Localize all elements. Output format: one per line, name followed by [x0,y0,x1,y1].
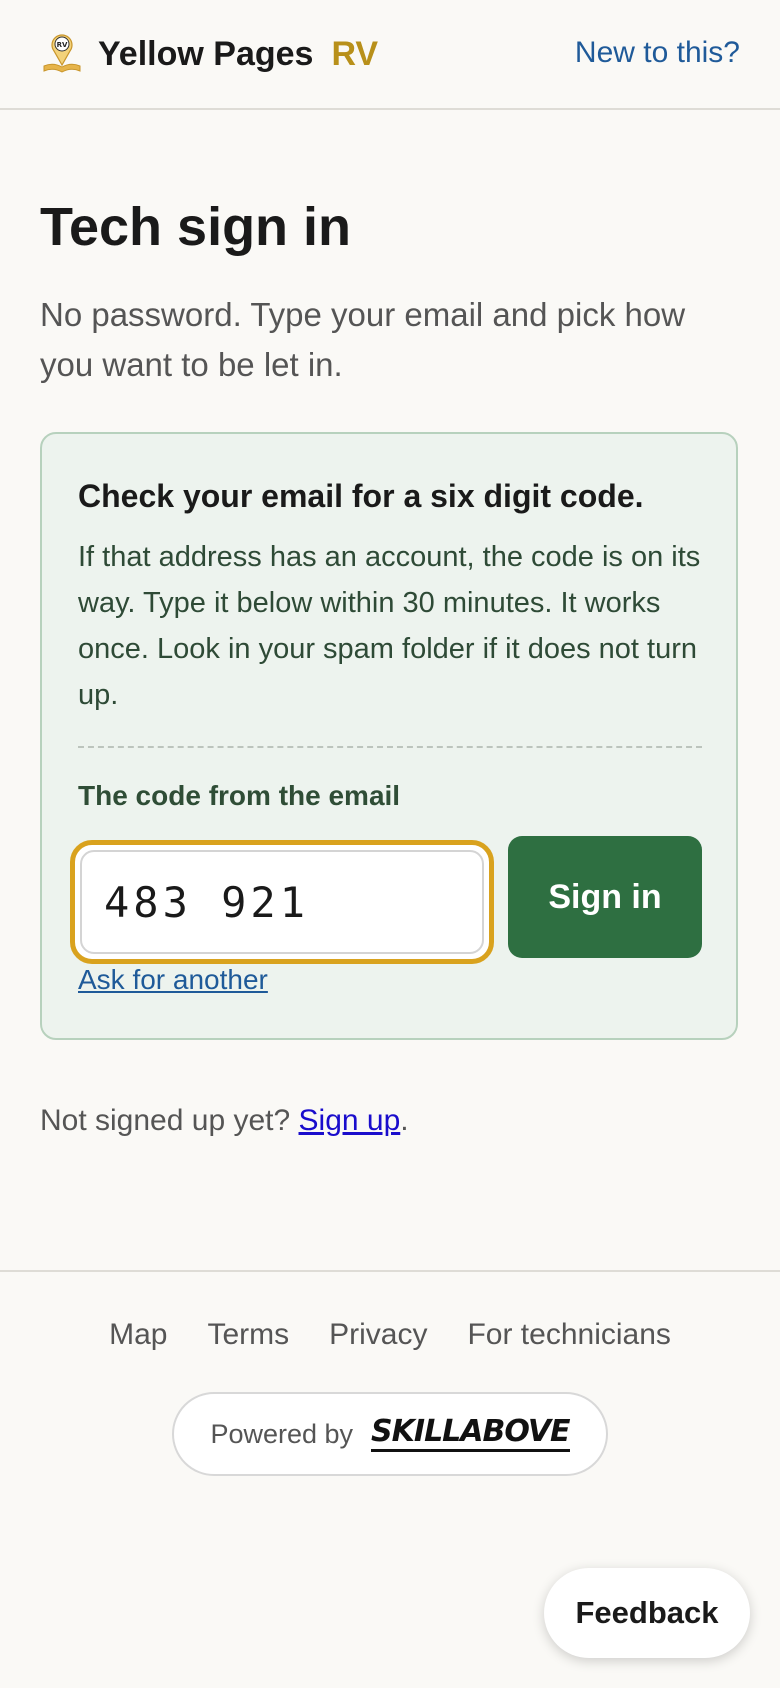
code-input-focus-ring [70,840,494,964]
page-title: Tech sign in [40,197,352,257]
code-sent-card: Check your email for a six digit code. I… [40,432,738,1040]
powered-by-badge[interactable]: Powered by SKILLABOVE [172,1392,608,1476]
footer-nav: Map Terms Privacy For technicians [0,1318,780,1352]
card-divider [78,746,702,748]
site-header: RV Yellow Pages RV New to this? [0,0,780,110]
signup-prompt: Not signed up yet? Sign up. [40,1104,409,1138]
signup-suffix: . [400,1104,409,1137]
powered-by-text: Powered by [210,1418,354,1449]
new-to-this-link[interactable]: New to this? [575,36,740,70]
footer-link-terms[interactable]: Terms [207,1318,289,1352]
card-body-text: If that address has an account, the code… [78,541,701,711]
footer-link-map[interactable]: Map [109,1318,167,1352]
code-field-label: The code from the email [78,780,401,811]
sign-up-link[interactable]: Sign up [299,1104,401,1137]
brand-logo-link[interactable]: RV Yellow Pages RV [40,32,378,76]
footer-link-privacy[interactable]: Privacy [329,1318,427,1352]
signup-prefix: Not signed up yet? [40,1104,299,1137]
map-pin-book-icon: RV [43,34,81,73]
card-heading: Check your email for a six digit code. [78,478,644,514]
feedback-button[interactable]: Feedback [544,1568,750,1658]
footer-link-for-technicians[interactable]: For technicians [467,1318,670,1352]
skillabove-logo: SKILLABOVE [371,1416,571,1452]
sign-in-button[interactable]: Sign in [508,836,702,958]
ask-for-another-link[interactable]: Ask for another [78,964,268,996]
footer-divider [0,1270,780,1272]
brand-name: Yellow Pages [98,34,314,73]
brand-suffix: RV [331,34,379,73]
page-subtitle: No password. Type your email and pick ho… [40,296,686,383]
svg-text:RV: RV [57,41,68,49]
code-input[interactable] [80,850,484,954]
